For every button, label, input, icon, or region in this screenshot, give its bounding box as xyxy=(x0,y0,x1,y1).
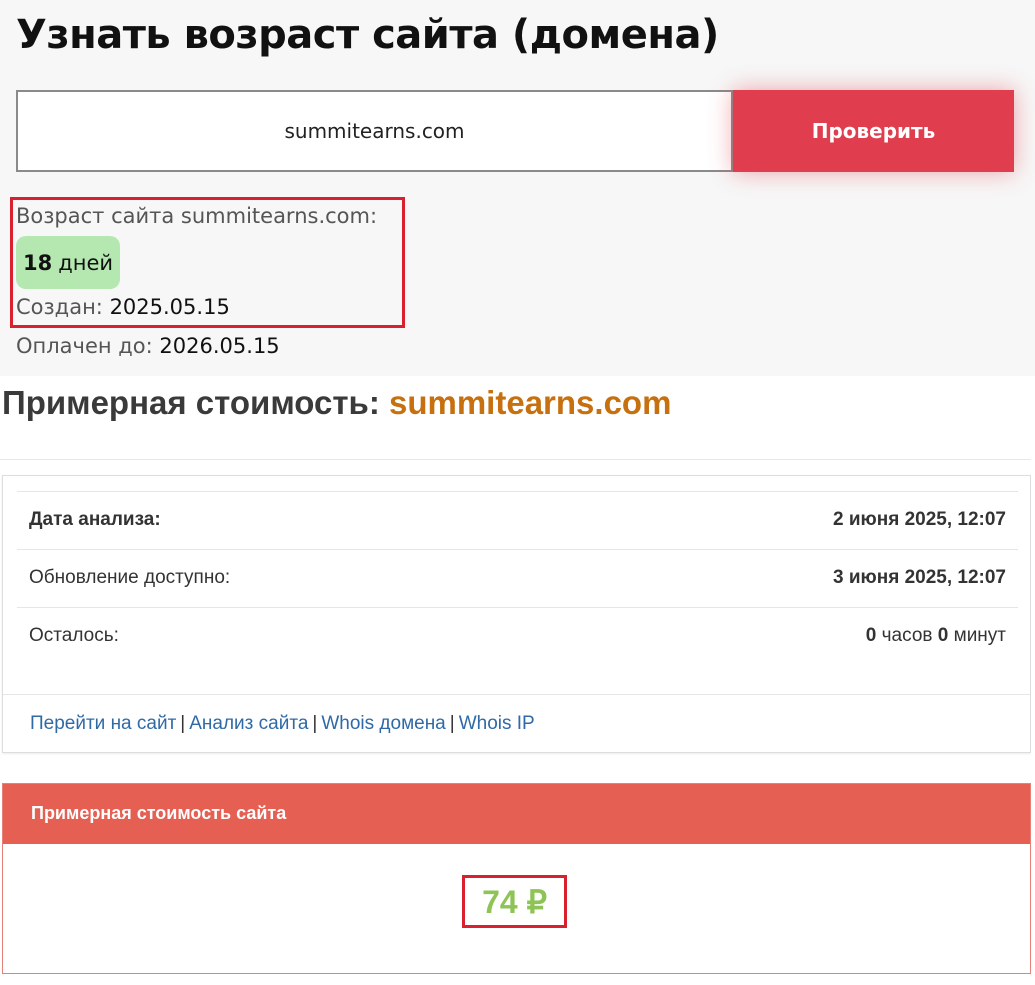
age-value: 18 xyxy=(22,250,53,275)
update-available-row: Обновление доступно: 3 июня 2025, 12:07 xyxy=(17,549,1018,607)
analysis-date-row: Дата анализа: 2 июня 2025, 12:07 xyxy=(17,491,1018,549)
created-value: 2025.05.15 xyxy=(109,295,230,319)
domain-age-section: Узнать возраст сайта (домена) Проверить … xyxy=(0,0,1035,376)
analysis-info-card: Дата анализа: 2 июня 2025, 12:07 Обновле… xyxy=(2,475,1031,753)
estimate-title: Примерная стоимость: summitearns.com xyxy=(2,384,671,422)
paid-label: Оплачен до: xyxy=(16,334,153,358)
age-unit: дней xyxy=(58,250,114,275)
link-whois-ip[interactable]: Whois IP xyxy=(459,713,535,734)
update-available-value: 3 июня 2025, 12:07 xyxy=(832,567,1006,588)
link-separator: | xyxy=(180,713,186,734)
remaining-row: Осталось: 0 часов 0 минут xyxy=(17,607,1018,665)
created-label: Создан: xyxy=(16,295,103,319)
estimate-domain: summitearns.com xyxy=(388,384,672,421)
remaining-value: 0 часов 0 минут xyxy=(866,625,1006,647)
price-panel: Примерная стоимость сайта 74 ₽ xyxy=(2,783,1031,974)
age-badge: 18 дней xyxy=(16,236,120,289)
remaining-hours-unit: часов xyxy=(881,625,933,646)
analysis-date-value: 2 июня 2025, 12:07 xyxy=(832,509,1006,530)
price-panel-title: Примерная стоимость сайта xyxy=(31,803,287,823)
page-title: Узнать возраст сайта (домена) xyxy=(16,12,719,58)
created-line: Создан: 2025.05.15 xyxy=(16,295,230,319)
update-available-label: Обновление доступно: xyxy=(29,567,231,588)
age-label: Возраст сайта summitearns.com: xyxy=(16,204,378,228)
link-separator: | xyxy=(449,713,455,734)
divider xyxy=(0,459,1035,460)
estimate-title-prefix: Примерная стоимость: xyxy=(2,384,380,421)
domain-input[interactable] xyxy=(16,90,733,172)
link-whois-domain[interactable]: Whois домена xyxy=(321,713,445,734)
remaining-minutes-unit: минут xyxy=(953,625,1006,646)
price-value: 74 ₽ xyxy=(462,875,567,928)
paid-value: 2026.05.15 xyxy=(159,334,280,358)
remaining-label: Осталось: xyxy=(29,625,119,646)
price-panel-header: Примерная стоимость сайта xyxy=(3,784,1030,844)
link-go-to-site[interactable]: Перейти на сайт xyxy=(30,713,176,734)
analysis-date-label: Дата анализа: xyxy=(29,509,161,530)
check-button[interactable]: Проверить xyxy=(733,90,1014,172)
paid-line: Оплачен до: 2026.05.15 xyxy=(16,334,280,358)
scrollbar[interactable] xyxy=(1031,376,1035,985)
link-site-analysis[interactable]: Анализ сайта xyxy=(189,713,308,734)
link-separator: | xyxy=(312,713,318,734)
remaining-hours: 0 xyxy=(865,625,877,646)
card-footer-links: Перейти на сайт | Анализ сайта | Whois домен… xyxy=(3,694,1030,754)
remaining-minutes: 0 xyxy=(937,625,949,646)
